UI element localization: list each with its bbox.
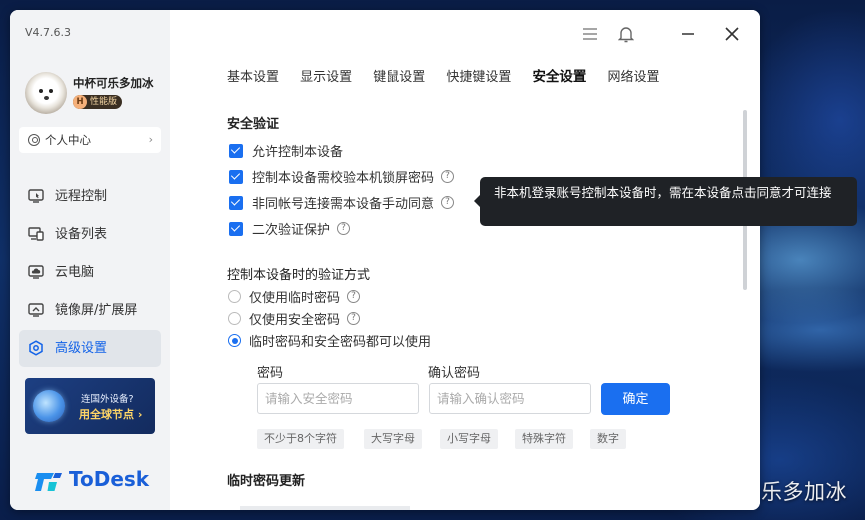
sidebar-item-advanced-settings[interactable]: 高级设置 — [19, 330, 161, 367]
sidebar: V4.7.6.3 中杯可乐多加冰 H 性能版 个人中心 › 远程控制 设备列表 … — [10, 10, 170, 510]
main-panel: 基本设置 显示设置 键鼠设置 快捷键设置 安全设置 网络设置 安全验证 允许控制… — [170, 10, 760, 510]
chevron-right-icon: › — [148, 133, 153, 146]
checkbox-manual-consent[interactable]: 非同帐号连接需本设备手动同意? — [229, 193, 455, 212]
checkbox-label: 控制本设备需校验本机锁屏密码 — [252, 171, 435, 186]
password-label: 密码 — [257, 366, 284, 381]
manual-consent-tooltip: 非本机登录账号控制本设备时，需在本设备点击同意才可连接 — [474, 177, 857, 226]
tab-basic[interactable]: 基本设置 — [227, 66, 279, 85]
checkbox-checked[interactable] — [229, 169, 243, 184]
membership-badge-label: 性能版 — [90, 97, 118, 107]
radio-button[interactable] — [228, 290, 241, 303]
version-label: V4.7.6.3 — [25, 26, 72, 39]
radio-label: 仅使用临时密码 — [249, 291, 341, 306]
globe-icon — [33, 390, 65, 422]
promo-line2: 用全球节点 › — [79, 408, 143, 421]
confirm-password-input[interactable]: 请输入确认密码 — [429, 383, 591, 414]
password-rule-min-length: 不少于8个字符 — [257, 429, 344, 449]
checkbox-verify-lock-password[interactable]: 控制本设备需校验本机锁屏密码? — [229, 167, 455, 186]
section-title-security: 安全验证 — [227, 117, 280, 132]
help-icon[interactable]: ? — [347, 290, 361, 303]
radio-button-selected[interactable] — [228, 334, 241, 347]
tab-keyboard-mouse[interactable]: 键鼠设置 — [373, 66, 425, 85]
personal-center-label: 个人中心 — [45, 133, 91, 147]
close-icon[interactable] — [722, 24, 742, 44]
settings-tabs: 基本设置 显示设置 键鼠设置 快捷键设置 安全设置 网络设置 — [227, 65, 676, 89]
radio-label: 仅使用安全密码 — [249, 313, 341, 328]
promo-line1: 连国外设备? — [81, 394, 134, 405]
password-input[interactable]: 请输入安全密码 — [257, 383, 419, 414]
sidebar-item-label: 设备列表 — [55, 227, 108, 242]
username: 中杯可乐多加冰 — [73, 76, 154, 90]
password-rule-special: 特殊字符 — [515, 429, 573, 449]
sidebar-item-remote-control[interactable]: 远程控制 — [19, 178, 161, 215]
tab-shortcuts[interactable]: 快捷键设置 — [446, 66, 511, 85]
personal-center-button[interactable]: 个人中心 › — [19, 127, 161, 153]
sidebar-nav: 远程控制 设备列表 云电脑 镜像屏/扩展屏 高级设置 — [19, 178, 161, 368]
checkbox-two-factor[interactable]: 二次验证保护? — [229, 219, 351, 238]
sidebar-item-mirror-screen[interactable]: 镜像屏/扩展屏 — [19, 292, 161, 329]
section-title-temp-password: 临时密码更新 — [227, 474, 306, 489]
checkbox-checked[interactable] — [229, 143, 243, 158]
membership-badge-icon: H — [73, 95, 87, 109]
remote-control-icon — [28, 189, 44, 203]
help-icon[interactable]: ? — [347, 312, 361, 325]
checkbox-label: 允许控制本设备 — [252, 145, 344, 160]
user-icon — [28, 134, 40, 146]
sidebar-item-label: 高级设置 — [55, 341, 108, 356]
avatar[interactable] — [25, 72, 67, 114]
checkbox-label: 非同帐号连接需本设备手动同意 — [252, 197, 435, 212]
device-list-icon — [28, 227, 44, 241]
temp-password-dropdown[interactable] — [240, 506, 410, 510]
checkbox-checked[interactable] — [229, 195, 243, 210]
radio-button[interactable] — [228, 312, 241, 325]
confirm-button[interactable]: 确定 — [601, 383, 670, 415]
cloud-pc-icon — [28, 265, 44, 279]
confirm-password-label: 确认密码 — [428, 366, 481, 381]
logo-text: ToDesk — [69, 467, 150, 491]
radio-temp-password-only[interactable]: 仅使用临时密码? — [228, 287, 361, 306]
window-controls — [570, 24, 760, 44]
help-icon[interactable]: ? — [441, 170, 455, 183]
tab-security[interactable]: 安全设置 — [532, 65, 586, 85]
bell-icon[interactable] — [616, 24, 636, 44]
password-rule-lowercase: 小写字母 — [440, 429, 498, 449]
sidebar-item-device-list[interactable]: 设备列表 — [19, 216, 161, 253]
checkbox-allow-control[interactable]: 允许控制本设备 — [229, 141, 344, 160]
membership-badge: H 性能版 — [73, 95, 123, 109]
mirror-screen-icon — [28, 303, 44, 317]
sidebar-item-cloud-pc[interactable]: 云电脑 — [19, 254, 161, 291]
minimize-icon[interactable] — [678, 24, 698, 44]
radio-both-passwords[interactable]: 临时密码和安全密码都可以使用 — [228, 331, 432, 350]
tab-network[interactable]: 网络设置 — [608, 66, 660, 85]
help-icon[interactable]: ? — [441, 196, 455, 209]
checkbox-label: 二次验证保护 — [252, 223, 331, 238]
password-rule-digit: 数字 — [590, 429, 626, 449]
radio-safe-password-only[interactable]: 仅使用安全密码? — [228, 309, 361, 328]
checkbox-checked[interactable] — [229, 221, 243, 236]
radio-label: 临时密码和安全密码都可以使用 — [249, 335, 432, 350]
todesk-logo-icon — [35, 473, 62, 491]
app-window: V4.7.6.3 中杯可乐多加冰 H 性能版 个人中心 › 远程控制 设备列表 … — [10, 10, 760, 510]
sidebar-item-label: 远程控制 — [55, 189, 108, 204]
sidebar-item-label: 云电脑 — [55, 265, 95, 280]
section-title-verify-method: 控制本设备时的验证方式 — [227, 268, 371, 283]
sidebar-item-label: 镜像屏/扩展屏 — [55, 303, 138, 318]
global-node-promo-banner[interactable]: 连国外设备? 用全球节点 › — [25, 378, 155, 434]
advanced-settings-icon — [28, 340, 44, 356]
tab-display[interactable]: 显示设置 — [300, 66, 352, 85]
menu-icon[interactable] — [580, 24, 600, 44]
help-icon[interactable]: ? — [337, 222, 351, 235]
password-rule-uppercase: 大写字母 — [364, 429, 422, 449]
